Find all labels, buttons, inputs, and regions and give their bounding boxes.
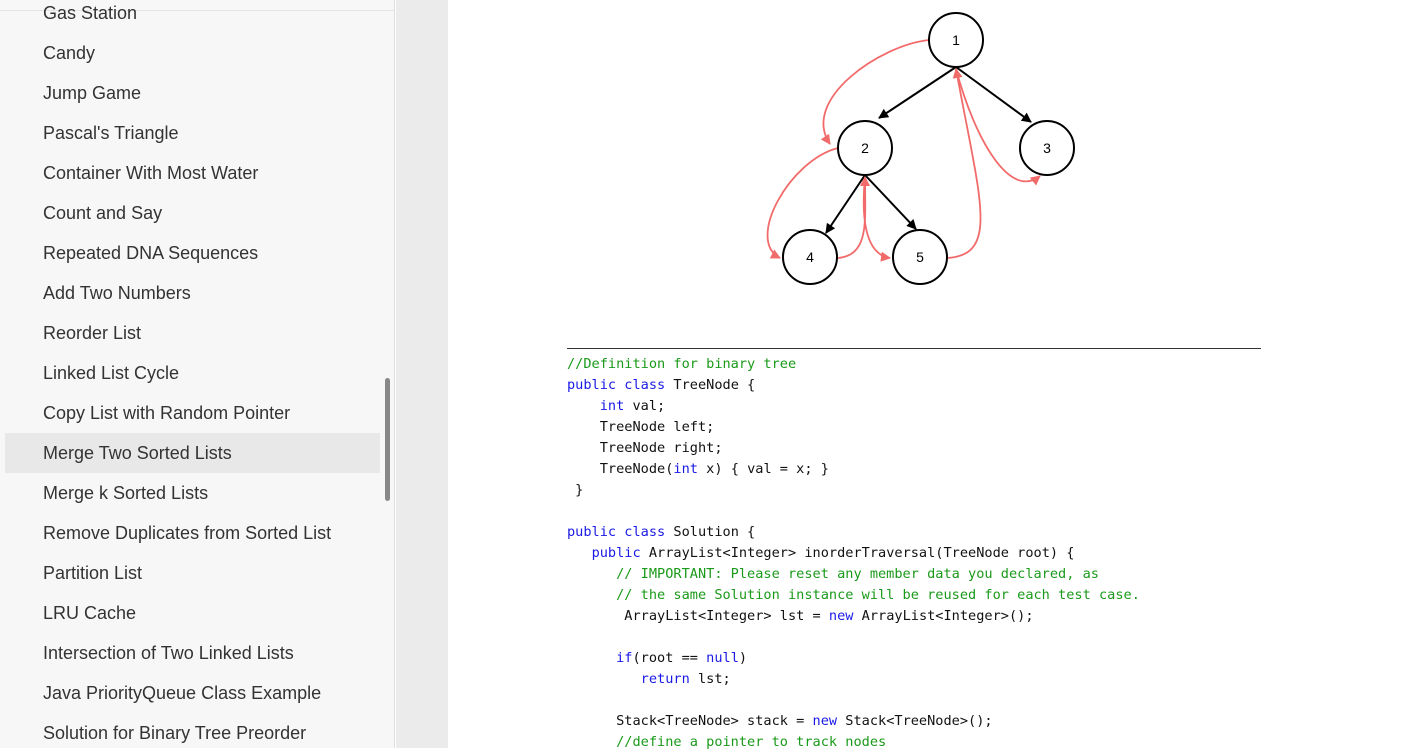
node-label: 5: [916, 249, 924, 265]
code-block: //Definition for binary tree public class…: [567, 354, 1140, 753]
code-comment: //Definition for binary tree: [567, 356, 797, 372]
tree-node: 5: [892, 229, 948, 285]
sidebar-item[interactable]: Remove Duplicates from Sorted List: [5, 513, 380, 553]
code-text: lst;: [689, 671, 731, 687]
code-comment: // the same Solution instance will be re…: [616, 587, 1140, 603]
code-comment: // IMPORTANT: Please reset any member da…: [616, 566, 1099, 582]
code-line: TreeNode(int x) { val = x; }: [567, 459, 1140, 480]
code-keyword: int: [673, 461, 698, 477]
code-line: TreeNode left;: [567, 417, 1140, 438]
sidebar-item[interactable]: Copy List with Random Pointer: [5, 393, 380, 433]
code-line: //define a pointer to track nodes: [567, 732, 1140, 753]
code-text: }: [567, 482, 584, 498]
sidebar-item[interactable]: Intersection of Two Linked Lists: [5, 633, 380, 673]
code-line: // the same Solution instance will be re…: [567, 585, 1140, 606]
node-label: 2: [861, 140, 869, 156]
code-line: ArrayList<Integer> lst = new ArrayList<I…: [567, 606, 1140, 627]
traversal-edge: [862, 176, 891, 262]
code-line: public class Solution {: [567, 522, 1140, 543]
sidebar-item[interactable]: Solution for Binary Tree Preorder: [5, 713, 380, 748]
code-keyword: public class: [567, 377, 666, 393]
code-text: TreeNode left;: [567, 419, 715, 435]
code-keyword: return: [640, 671, 690, 687]
sidebar-item[interactable]: Java PriorityQueue Class Example: [5, 673, 380, 713]
tree-node: 3: [1019, 120, 1075, 176]
code-line: return lst;: [567, 669, 1140, 690]
code-text: Stack<TreeNode>();: [837, 713, 993, 729]
code-text: TreeNode right;: [567, 440, 723, 456]
code-keyword: if: [616, 650, 633, 666]
code-line: Stack<TreeNode> stack = new Stack<TreeNo…: [567, 711, 1140, 732]
tree-edge: [825, 174, 866, 234]
code-keyword: new: [812, 713, 838, 729]
node-label: 3: [1043, 140, 1051, 156]
traversal-edge: [837, 176, 871, 259]
code-text: ): [738, 650, 748, 666]
node-label: 1: [952, 32, 960, 48]
tree-node: 1: [928, 12, 984, 68]
code-line: if(root == null): [567, 648, 1140, 669]
code-keyword: public: [591, 545, 641, 561]
node-label: 4: [806, 249, 814, 265]
code-text: Solution {: [665, 524, 756, 540]
code-text: ArrayList<Integer> inorderTraversal(Tree…: [640, 545, 1075, 561]
code-keyword: new: [828, 608, 854, 624]
code-line: public ArrayList<Integer> inorderTravers…: [567, 543, 1140, 564]
tree-edge: [955, 66, 1032, 123]
code-keyword: null: [706, 650, 739, 666]
sidebar-item[interactable]: Partition List: [5, 553, 380, 593]
code-text: TreeNode {: [665, 377, 756, 393]
code-text: val;: [624, 398, 666, 414]
sidebar-item[interactable]: Merge Two Sorted Lists: [5, 433, 380, 473]
code-text: (root ==: [632, 650, 707, 666]
code-text: TreeNode(: [567, 461, 674, 477]
sidebar-scrollbar[interactable]: [385, 378, 390, 501]
sidebar-item[interactable]: Merge k Sorted Lists: [5, 473, 380, 513]
tree-node: 4: [782, 229, 838, 285]
tree-node: 2: [837, 120, 893, 176]
sidebar-item[interactable]: LRU Cache: [5, 593, 380, 633]
code-text: Stack<TreeNode> stack =: [567, 713, 813, 729]
code-line: }: [567, 480, 1140, 501]
tree-edge: [864, 174, 917, 230]
code-line: int val;: [567, 396, 1140, 417]
sidebar-item[interactable]: Linked List Cycle: [5, 353, 380, 393]
code-line: public class TreeNode {: [567, 375, 1140, 396]
code-line: // IMPORTANT: Please reset any member da…: [567, 564, 1140, 585]
binary-tree-diagram: 1 2 3 4 5: [766, 12, 1075, 285]
tree-edge: [878, 66, 957, 119]
code-line: TreeNode right;: [567, 438, 1140, 459]
code-keyword: int: [599, 398, 625, 414]
code-text: x) { val = x; }: [697, 461, 829, 477]
horizontal-rule: [567, 348, 1261, 349]
code-keyword: public class: [567, 524, 666, 540]
code-text: ArrayList<Integer> lst =: [567, 608, 829, 624]
code-line: //Definition for binary tree: [567, 354, 1140, 375]
code-text: ArrayList<Integer>();: [853, 608, 1034, 624]
